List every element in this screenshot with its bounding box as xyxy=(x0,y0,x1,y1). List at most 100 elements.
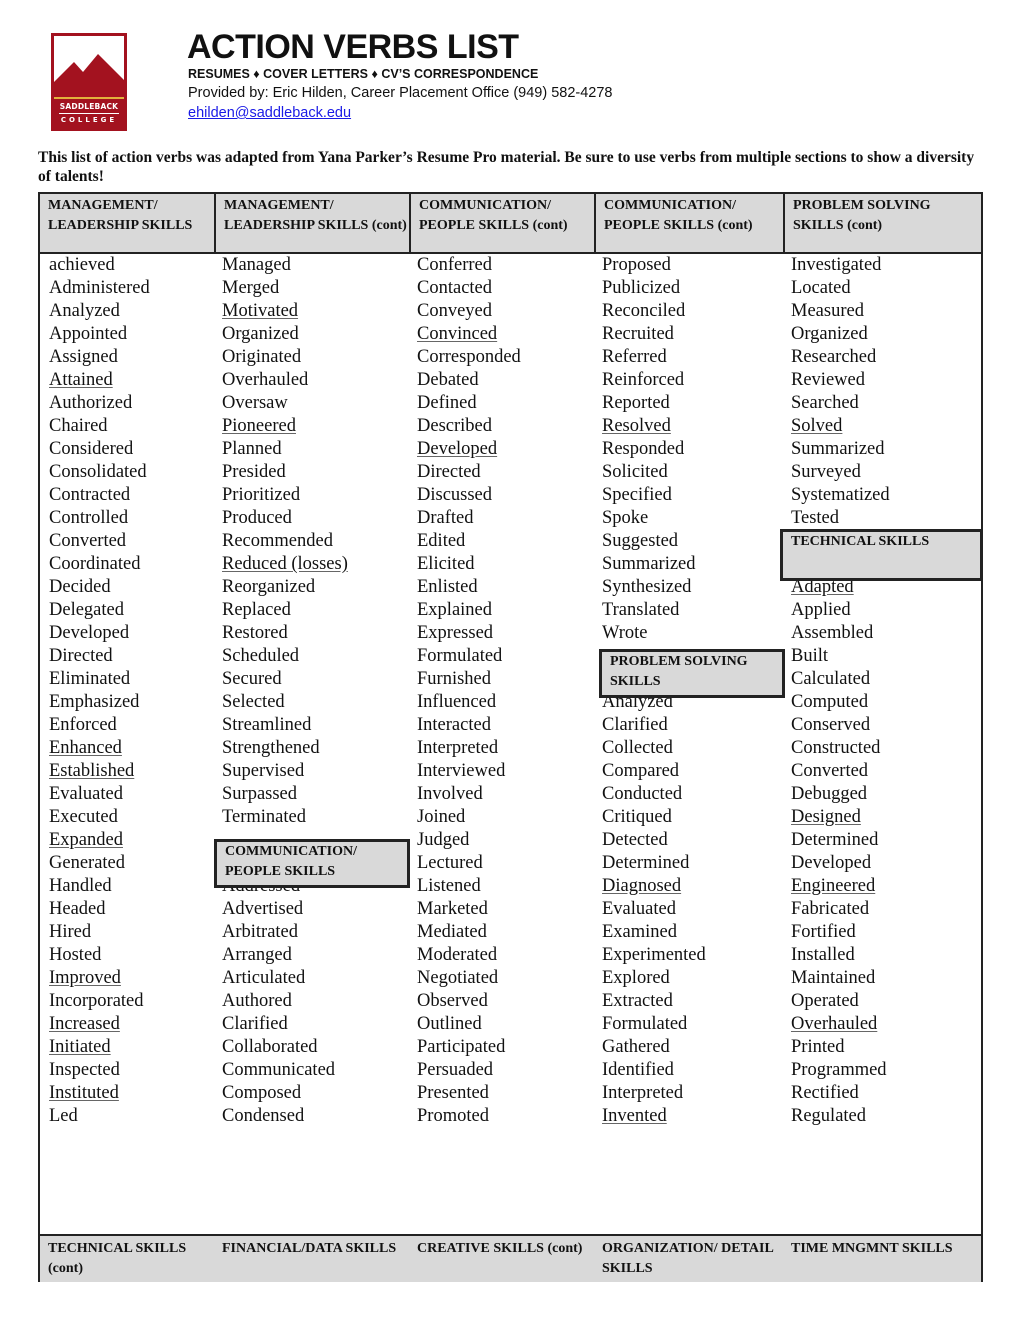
verb-text: achieved xyxy=(49,255,115,275)
verb-text: Replaced xyxy=(222,600,291,620)
verb-item: Hired xyxy=(49,921,150,944)
verb-text: Administered xyxy=(49,278,150,298)
verb-item: Chaired xyxy=(49,415,150,438)
verb-text: Inspected xyxy=(49,1060,120,1080)
verb-text: Coordinated xyxy=(49,554,141,574)
verb-item: Extracted xyxy=(602,990,706,1013)
verb-item: Coordinated xyxy=(49,553,150,576)
verb-text: Organized xyxy=(222,324,299,344)
verb-item: Planned xyxy=(222,438,348,461)
verb-text: Influenced xyxy=(417,692,497,712)
verb-item: Persuaded xyxy=(417,1059,521,1082)
verb-text: Surpassed xyxy=(222,784,298,804)
verb-item: Installed xyxy=(791,944,890,967)
verb-item: Described xyxy=(417,415,521,438)
verb-text: Conserved xyxy=(791,715,871,735)
verb-item: Recommended xyxy=(222,530,348,553)
verb-text: Diagnosed xyxy=(602,876,682,896)
verb-text: Rectified xyxy=(791,1083,859,1103)
logo-text-college: COLLEGE xyxy=(60,116,118,124)
verb-item: Developed xyxy=(49,622,150,645)
verb-text: Developed xyxy=(791,853,872,873)
verb-item: Arranged xyxy=(222,944,348,967)
verb-item: Administered xyxy=(49,277,150,300)
verb-item: Experimented xyxy=(602,944,706,967)
verb-item: Participated xyxy=(417,1036,521,1059)
verb-item: Searched xyxy=(791,392,890,415)
verb-text: Reconciled xyxy=(602,301,686,321)
verb-item: Pioneered xyxy=(222,415,348,438)
verb-text: Installed xyxy=(791,945,855,965)
verb-item: Detected xyxy=(602,829,706,852)
verb-text: Determined xyxy=(602,853,690,873)
verb-item: Enlisted xyxy=(417,576,521,599)
header-cell: MANAGEMENT/ LEADERSHIP SKILLS xyxy=(48,198,193,233)
verb-item: Constructed xyxy=(791,737,890,760)
verb-text: Clarified xyxy=(222,1014,288,1034)
verb-item: Developed xyxy=(791,852,890,875)
verb-item: Terminated xyxy=(222,806,348,829)
header-cell: COMMUNICATION/ PEOPLE SKILLS (cont) xyxy=(594,194,783,252)
verb-text: Designed xyxy=(791,807,861,827)
verb-text: Assembled xyxy=(791,623,874,643)
verb-item: Drafted xyxy=(417,507,521,530)
subheader-problem-solving: PROBLEM SOLVING SKILLS xyxy=(599,649,785,698)
verb-item: Regulated xyxy=(791,1105,890,1128)
verb-text: Collected xyxy=(602,738,673,758)
verb-item: Corresponded xyxy=(417,346,521,369)
verb-text: Selected xyxy=(222,692,285,712)
verb-item: Interviewed xyxy=(417,760,521,783)
verb-item: Overhauled xyxy=(222,369,348,392)
verb-text: Maintained xyxy=(791,968,876,988)
verb-text: Experimented xyxy=(602,945,706,965)
verb-item: Invented xyxy=(602,1105,706,1128)
verb-item: Elicited xyxy=(417,553,521,576)
verb-text: Compared xyxy=(602,761,680,781)
verb-text: Directed xyxy=(49,646,113,666)
verb-text: Enhanced xyxy=(49,738,122,758)
verb-text: Controlled xyxy=(49,508,129,528)
verb-text: Analyzed xyxy=(49,301,120,321)
verb-item: Synthesized xyxy=(602,576,706,599)
verb-item: Prioritized xyxy=(222,484,348,507)
verb-text: Initiated xyxy=(49,1037,111,1057)
verb-item: Emphasized xyxy=(49,691,150,714)
verb-item: Incorporated xyxy=(49,990,150,1013)
verb-text: Defined xyxy=(417,393,477,413)
verb-text: Resolved xyxy=(602,416,671,436)
verb-item: Condensed xyxy=(222,1105,348,1128)
verb-text: Negotiated xyxy=(417,968,499,988)
verb-text: Evaluated xyxy=(49,784,123,804)
verb-text: Arranged xyxy=(222,945,292,965)
verb-item: achieved xyxy=(49,254,150,277)
verb-item: Expanded xyxy=(49,829,150,852)
verb-item: Edited xyxy=(417,530,521,553)
verb-text: Moderated xyxy=(417,945,498,965)
verb-item: Interpreted xyxy=(602,1082,706,1105)
verb-text: Prioritized xyxy=(222,485,301,505)
verb-item: Initiated xyxy=(49,1036,150,1059)
verb-item: Discussed xyxy=(417,484,521,507)
verb-item: Merged xyxy=(222,277,348,300)
verb-text: Interpreted xyxy=(417,738,499,758)
verb-item: Selected xyxy=(222,691,348,714)
verb-text: Programmed xyxy=(791,1060,887,1080)
verb-text: Improved xyxy=(49,968,121,988)
verb-text: Located xyxy=(791,278,851,298)
verb-text: Assigned xyxy=(49,347,118,367)
verb-text: Listened xyxy=(417,876,481,896)
verb-text: Referred xyxy=(602,347,667,367)
verb-text: Suggested xyxy=(602,531,679,551)
verb-item: Headed xyxy=(49,898,150,921)
verb-text: Lectured xyxy=(417,853,483,873)
verb-text: Originated xyxy=(222,347,302,367)
header-cell: FINANCIAL/DATA SKILLS xyxy=(222,1241,397,1256)
verb-item: Communicated xyxy=(222,1059,348,1082)
verb-text: Authored xyxy=(222,991,292,1011)
verb-item: Streamlined xyxy=(222,714,348,737)
email-link[interactable]: ehilden@saddleback.edu xyxy=(188,104,351,122)
verb-text: Participated xyxy=(417,1037,506,1057)
verb-item: Evaluated xyxy=(602,898,706,921)
verb-text: Supervised xyxy=(222,761,305,781)
verb-item: Secured xyxy=(222,668,348,691)
